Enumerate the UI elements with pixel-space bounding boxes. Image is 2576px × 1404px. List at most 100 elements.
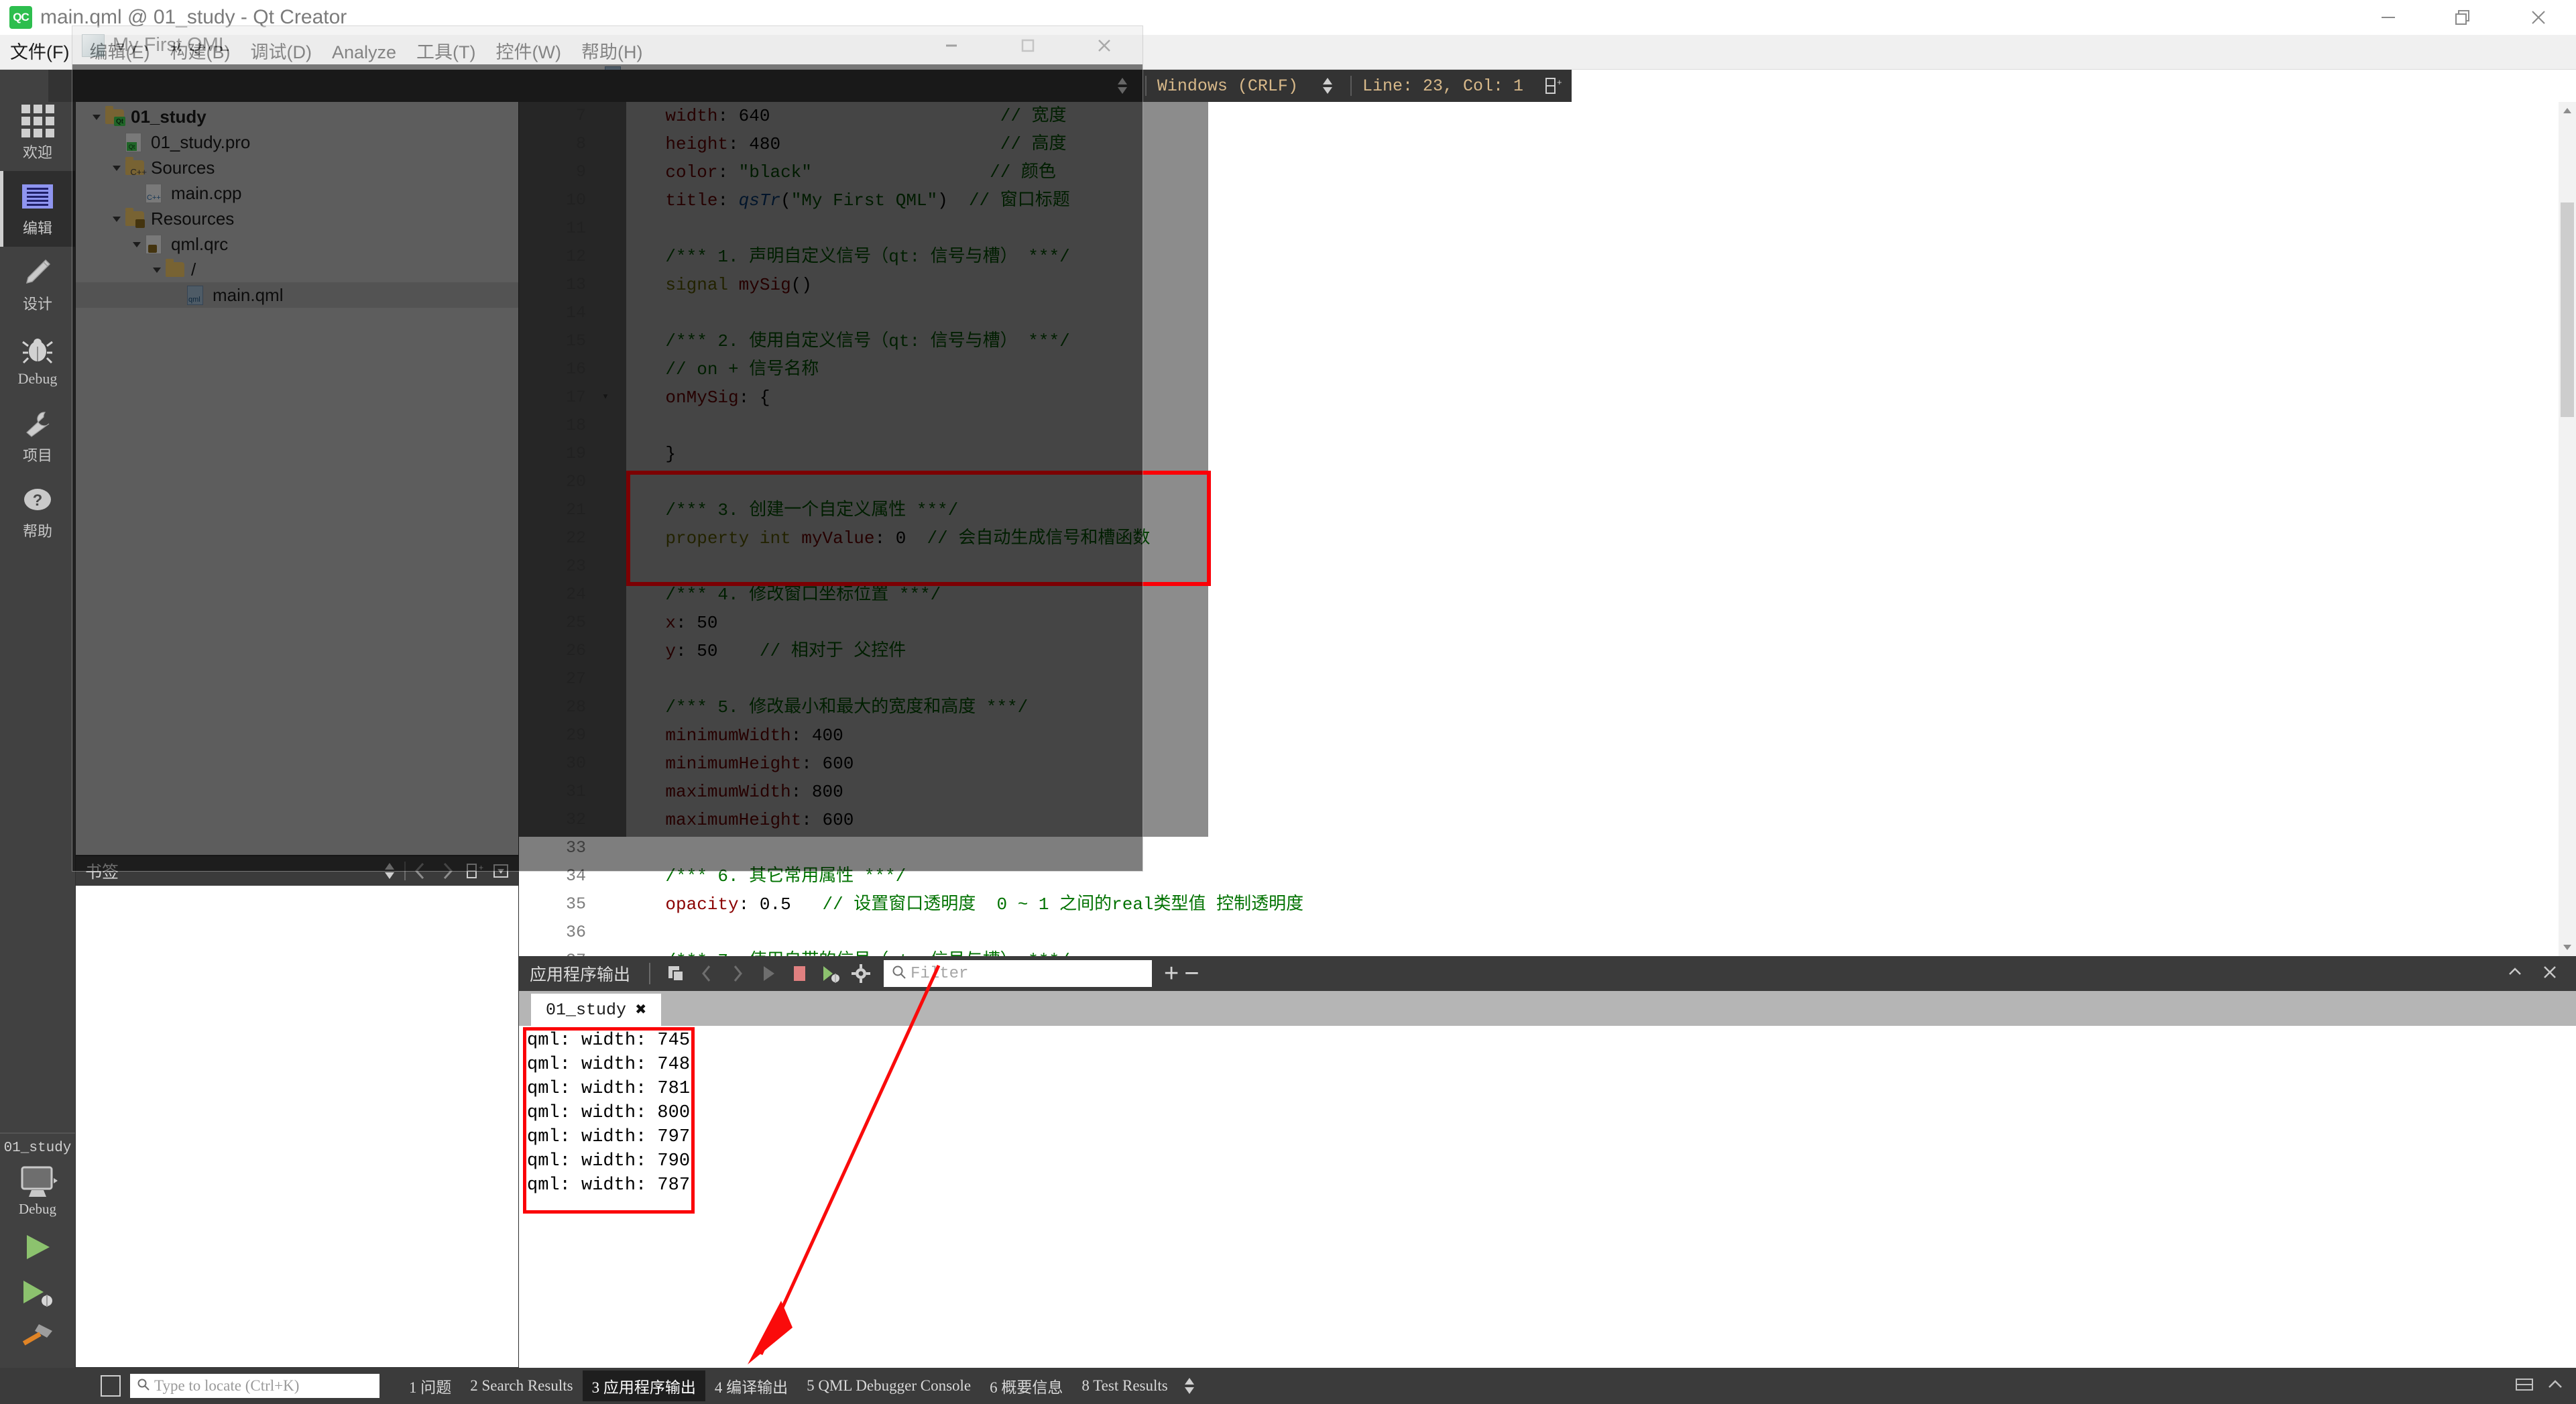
sidebar-toggle-icon[interactable] — [101, 1375, 121, 1397]
prev-icon[interactable] — [693, 959, 720, 988]
qml-window-title: My First QML — [113, 34, 229, 56]
code-text: opacity: 0.5 // 设置窗口透明度 0 ~ 1 之间的real类型值… — [665, 894, 1304, 915]
mode-welcome-label: 欢迎 — [22, 144, 52, 161]
window-controls — [2351, 0, 2576, 35]
debug-run-icon[interactable] — [817, 959, 843, 988]
output-zoom-controls: + − — [1164, 961, 1199, 986]
code-line[interactable]: 35 opacity: 0.5 // 设置窗口透明度 0 ~ 1 之间的real… — [519, 890, 2576, 919]
next-icon[interactable] — [724, 959, 751, 988]
output-tab-label: 01_study — [546, 1000, 627, 1020]
bug-icon — [21, 333, 54, 367]
close-pane-icon[interactable] — [2541, 963, 2559, 984]
zoom-out-button[interactable]: − — [1184, 961, 1199, 986]
mode-projects-label: 项目 — [22, 447, 52, 464]
search-icon — [137, 1378, 150, 1395]
mode-projects[interactable]: 项目 — [0, 398, 75, 474]
mode-help[interactable]: ? 帮助 — [0, 474, 75, 550]
mode-design-label: 设计 — [22, 296, 52, 312]
line-number: 35 — [565, 894, 586, 914]
kit-project-name: 01_study — [3, 1140, 72, 1156]
position-dropdown-icon[interactable] — [1315, 71, 1340, 101]
zoom-in-button[interactable]: + — [1164, 961, 1179, 986]
qt-creator-logo-icon: QC — [9, 6, 32, 29]
progress-details-icon[interactable] — [2514, 1375, 2534, 1397]
output-pane-title: 应用程序输出 — [530, 966, 631, 984]
code-line[interactable]: 36 — [519, 919, 2576, 947]
close-icon[interactable]: ✖ — [636, 999, 646, 1021]
pencil-icon — [21, 255, 54, 289]
bookmarks-pane: 书签 + — [75, 856, 519, 1368]
svg-text:?: ? — [33, 491, 43, 510]
bookmarks-list[interactable] — [76, 886, 518, 1367]
kit-build-config: Debug — [19, 1200, 56, 1217]
qml-minimize-button[interactable] — [913, 26, 990, 65]
editor-cursor-position[interactable]: Line: 23, Col: 1 — [1362, 76, 1523, 96]
restore-button[interactable] — [2426, 0, 2501, 35]
code-line[interactable]: 37 /*** 7. 使用自带的信号（qt: 信号与槽） ***/ — [519, 947, 2576, 956]
output-line: qml: width: 797 — [527, 1127, 691, 1147]
mode-edit-label: 编辑 — [22, 220, 52, 237]
mode-edit[interactable]: 编辑 — [0, 171, 75, 247]
output-console[interactable]: qml: width: 745 qml: width: 748 qml: width… — [519, 1026, 2576, 1368]
grid-icon — [21, 104, 54, 137]
output-tab-01-study[interactable]: 01_study ✖ — [531, 994, 662, 1026]
status-item-qml-debugger[interactable]: 5 QML Debugger Console — [797, 1373, 980, 1399]
copy-icon[interactable] — [662, 959, 689, 988]
modebar-divider — [0, 1132, 75, 1134]
maximize-pane-icon[interactable] — [2506, 963, 2524, 984]
search-icon — [892, 965, 906, 983]
status-item-compile-output[interactable]: 4 编译输出 — [705, 1370, 797, 1401]
output-pane-header: 应用程序输出 Filter + − — [519, 956, 2576, 991]
mode-debug[interactable]: Debug — [0, 323, 75, 398]
document-lines-icon — [21, 180, 54, 213]
mode-welcome[interactable]: 欢迎 — [0, 95, 75, 171]
code-text: /*** 7. 使用自带的信号（qt: 信号与槽） ***/ — [618, 947, 1069, 956]
close-button[interactable] — [2501, 0, 2576, 35]
output-pane-tools — [649, 959, 874, 988]
output-line: qml: width: 745 — [527, 1031, 691, 1051]
debug-run-button[interactable] — [0, 1270, 75, 1315]
locator-input[interactable]: Type to locate (Ctrl+K) — [130, 1374, 379, 1398]
line-number: 37 — [519, 947, 593, 956]
run-button[interactable] — [0, 1224, 75, 1270]
stop-icon[interactable] — [786, 959, 813, 988]
mode-design[interactable]: 设计 — [0, 247, 75, 323]
qml-close-button[interactable] — [1066, 26, 1143, 65]
qml-window-title-bar: My First QML — [72, 25, 1143, 64]
status-item-app-output[interactable]: 3 应用程序输出 — [582, 1370, 705, 1401]
status-item-overview[interactable]: 6 概要信息 — [980, 1370, 1072, 1401]
svg-text:+: + — [1557, 77, 1562, 87]
scroll-up-icon[interactable] — [2559, 102, 2576, 119]
question-mark-icon: ? — [21, 483, 54, 516]
wrench-icon — [21, 407, 54, 441]
menu-file[interactable]: 文件(F) — [0, 35, 79, 70]
status-item-issues[interactable]: 1 问题 — [400, 1370, 461, 1401]
output-line: qml: width: 800 — [527, 1103, 691, 1123]
status-sort-toggle-icon[interactable] — [1177, 1372, 1202, 1399]
minimize-button[interactable] — [2351, 0, 2426, 35]
qml-maximize-button[interactable] — [990, 26, 1066, 65]
mode-debug-label: Debug — [17, 370, 58, 387]
expand-icon[interactable] — [2545, 1375, 2565, 1397]
scrollbar-thumb[interactable] — [2561, 202, 2574, 417]
editor-vertical-scrollbar[interactable] — [2559, 102, 2576, 956]
locator-placeholder: Type to locate (Ctrl+K) — [154, 1377, 300, 1394]
output-tabs: 01_study ✖ — [519, 991, 2576, 1026]
output-filter-placeholder: Filter — [911, 964, 969, 983]
status-item-search-results[interactable]: 2 Search Results — [461, 1373, 582, 1399]
qml-preview-window[interactable]: My First QML — [72, 25, 1143, 872]
split-editor-icon[interactable]: + — [1541, 71, 1565, 101]
settings-gear-icon[interactable] — [847, 959, 874, 988]
kit-selector[interactable]: Debug — [0, 1157, 75, 1224]
status-right-icons — [2514, 1375, 2565, 1397]
editor-encoding[interactable]: Windows (CRLF) — [1157, 76, 1298, 96]
output-line: qml: width: 790 — [527, 1151, 691, 1171]
output-line: qml: width: 787 — [527, 1175, 691, 1195]
qml-window-canvas — [72, 64, 1143, 872]
build-button[interactable] — [0, 1315, 75, 1361]
output-line: qml: width: 748 — [527, 1055, 691, 1075]
status-item-test-results[interactable]: 8 Test Results — [1072, 1373, 1177, 1399]
output-filter-input[interactable]: Filter — [884, 960, 1153, 987]
scroll-down-icon[interactable] — [2559, 939, 2576, 956]
rerun-icon[interactable] — [755, 959, 782, 988]
